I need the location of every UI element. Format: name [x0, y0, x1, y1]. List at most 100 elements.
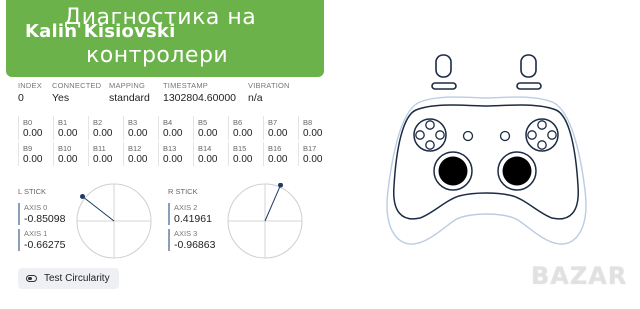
- info-mapping: MAPPING standard: [109, 81, 150, 104]
- axis-1-readout: AXIS 1 -0.66275: [18, 229, 65, 251]
- axis-3-readout: AXIS 3 -0.96863: [168, 229, 215, 251]
- left-trigger: [435, 54, 452, 78]
- button-value: 0.00: [233, 128, 253, 139]
- axis-value: 0.41961: [174, 213, 212, 225]
- button-cell-b15: B15 0.00: [228, 142, 262, 166]
- button-name: B2: [93, 118, 103, 127]
- button-value: 0.00: [93, 154, 113, 165]
- info-value: Yes: [52, 92, 70, 104]
- face-button-a: [537, 140, 547, 150]
- info-label: TIMESTAMP: [163, 81, 208, 90]
- controller-diagram: [386, 54, 587, 245]
- button-name: B5: [198, 118, 208, 127]
- button-name: B10: [58, 144, 72, 153]
- axis-name: AXIS 3: [174, 229, 198, 238]
- button-value: 0.00: [163, 154, 183, 165]
- axis-value: -0.66275: [24, 239, 66, 251]
- button-cell-b13: B13 0.00: [158, 142, 192, 166]
- bazar-watermark: BAZAR: [531, 262, 628, 290]
- left-stick-plot: [76, 183, 152, 259]
- button-value: 0.00: [163, 128, 183, 139]
- button-value: 0.00: [198, 154, 218, 165]
- button-value: 0.00: [23, 128, 43, 139]
- axis-value: -0.85098: [24, 213, 66, 225]
- button-value: 0.00: [268, 154, 288, 165]
- stick-position-dot: [80, 193, 86, 199]
- button-cell-b6: B6 0.00: [228, 116, 262, 140]
- button-value: 0.00: [233, 154, 253, 165]
- button-value: 0.00: [198, 128, 218, 139]
- button-name: B11: [93, 144, 106, 153]
- button-name: B0: [23, 118, 33, 127]
- info-value: n/a: [248, 92, 263, 104]
- button-value: 0.00: [58, 128, 78, 139]
- info-value: standard: [109, 92, 150, 104]
- button-cell-b4: B4 0.00: [158, 116, 192, 140]
- right-trigger: [520, 54, 537, 78]
- button-values-grid: B0 0.00 B1 0.00 B2 0.00 B3 0.00 B4 0.00 B5 0.0…: [18, 116, 330, 168]
- axis-name: AXIS 1: [24, 229, 48, 238]
- button-cell-b2: B2 0.00: [88, 116, 122, 140]
- button-name: B1: [58, 118, 68, 127]
- info-connected: CONNECTED Yes: [52, 81, 101, 104]
- button-name: B17: [303, 144, 317, 153]
- button-value: 0.00: [128, 128, 148, 139]
- button-cell-b1: B1 0.00: [53, 116, 87, 140]
- author-name: Kalin Kisiovski: [25, 21, 176, 42]
- button-cell-b9: B9 0.00: [18, 142, 52, 166]
- button-name: B16: [268, 144, 282, 153]
- button-value: 0.00: [303, 128, 323, 139]
- right-stick-plot: [227, 183, 303, 259]
- gamepad-tester-page: Диагностика на Kalin Kisiovski контролер…: [0, 0, 640, 309]
- face-button-x: [527, 130, 537, 140]
- button-cell-b17: B17 0.00: [298, 142, 332, 166]
- stick-vector: [264, 184, 281, 222]
- axis-value: -0.96863: [174, 239, 216, 251]
- test-circularity-button[interactable]: Test Circularity: [18, 268, 119, 289]
- button-cell-b5: B5 0.00: [193, 116, 227, 140]
- right-bumper: [516, 82, 542, 90]
- dpad-right: [435, 130, 445, 140]
- test-circularity-label: Test Circularity: [44, 273, 110, 284]
- button-cell-b14: B14 0.00: [193, 142, 227, 166]
- button-value: 0.00: [58, 154, 78, 165]
- axis-name: AXIS 0: [24, 203, 48, 212]
- start-button: [499, 130, 511, 142]
- right-stick-cap: [502, 156, 532, 186]
- button-name: B8: [303, 118, 313, 127]
- right-stick-label: R STICK: [168, 187, 198, 196]
- axis-name: AXIS 2: [174, 203, 198, 212]
- info-index: INDEX 0: [18, 81, 42, 104]
- select-button: [462, 130, 474, 142]
- button-name: B13: [163, 144, 177, 153]
- face-button-b: [547, 130, 557, 140]
- title-line-2: контролери: [86, 43, 229, 68]
- button-cell-b8: B8 0.00: [298, 116, 332, 140]
- axis-0-readout: AXIS 0 -0.85098: [18, 203, 65, 225]
- info-timestamp: TIMESTAMP 1302804.60000: [163, 81, 236, 104]
- button-name: B3: [128, 118, 138, 127]
- button-cell-b11: B11 0.00: [88, 142, 122, 166]
- button-name: B4: [163, 118, 173, 127]
- button-name: B7: [268, 118, 278, 127]
- button-name: B15: [233, 144, 247, 153]
- info-value: 0: [18, 92, 24, 104]
- dpad-down: [425, 140, 435, 150]
- dpad-up: [425, 120, 435, 130]
- left-stick-label: L STICK: [18, 187, 47, 196]
- button-value: 0.00: [23, 154, 43, 165]
- dpad-left: [415, 130, 425, 140]
- button-value: 0.00: [93, 128, 113, 139]
- button-name: B14: [198, 144, 212, 153]
- info-vibration: VIBRATION n/a: [248, 81, 290, 104]
- info-label: INDEX: [18, 81, 42, 90]
- left-bumper: [431, 82, 457, 90]
- button-cell-b7: B7 0.00: [263, 116, 297, 140]
- button-value: 0.00: [268, 128, 288, 139]
- button-name: B9: [23, 144, 33, 153]
- title-banner: Диагностика на Kalin Kisiovski контролер…: [6, 0, 324, 77]
- info-label: CONNECTED: [52, 81, 102, 90]
- button-cell-b16: B16 0.00: [263, 142, 297, 166]
- info-value: 1302804.60000: [163, 92, 236, 104]
- toggle-icon: [26, 275, 37, 282]
